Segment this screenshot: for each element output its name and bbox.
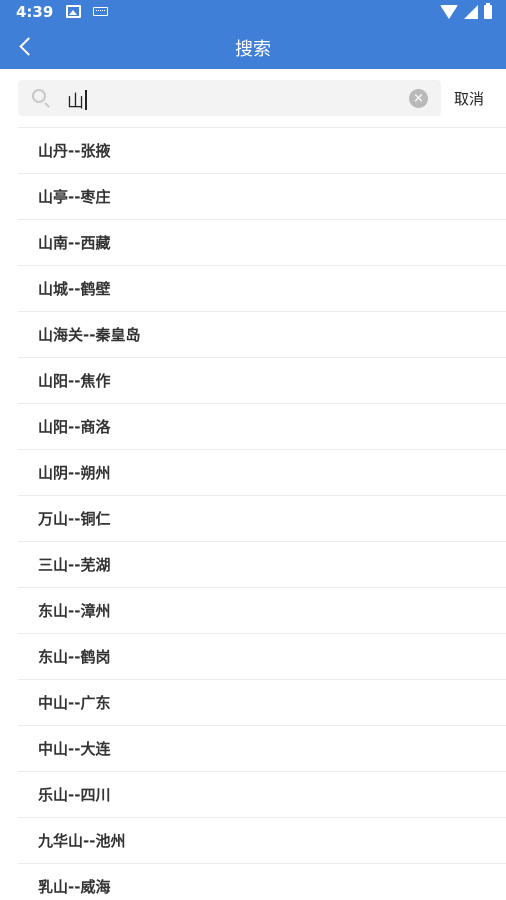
list-item[interactable]: 万山--铜仁 (18, 495, 506, 541)
search-row: 山 × 取消 (0, 69, 506, 127)
search-query: 山 (67, 92, 84, 112)
app-bar: 搜索 (0, 24, 506, 69)
keyboard-icon (93, 7, 108, 16)
list-item[interactable]: 中山--广东 (18, 679, 506, 725)
result-list: 山丹--张掖 山亭--枣庄 山南--西藏 山城--鹤壁 山海关--秦皇岛 山阳--焦作 山阳… (18, 127, 506, 900)
search-input-value[interactable]: 山 (67, 87, 87, 112)
list-item[interactable]: 三山--芜湖 (18, 541, 506, 587)
list-item[interactable]: 乳山--威海 (18, 863, 506, 900)
list-item[interactable]: 山南--西藏 (18, 219, 506, 265)
image-icon (66, 5, 81, 18)
signal-icon (464, 5, 478, 19)
search-icon (32, 89, 46, 103)
list-item[interactable]: 东山--鹤岗 (18, 633, 506, 679)
list-item[interactable]: 山阳--商洛 (18, 403, 506, 449)
wifi-icon (440, 5, 458, 19)
clear-icon[interactable]: × (409, 89, 428, 108)
list-item[interactable]: 山阴--朔州 (18, 449, 506, 495)
battery-icon (484, 3, 492, 19)
list-item[interactable]: 山阳--焦作 (18, 357, 506, 403)
status-icons (440, 3, 492, 20)
list-item[interactable]: 山丹--张掖 (18, 127, 506, 173)
list-item[interactable]: 东山--漳州 (18, 587, 506, 633)
status-bar: 4:39 (0, 0, 506, 24)
list-item[interactable]: 山亭--枣庄 (18, 173, 506, 219)
page-title: 搜索 (235, 39, 271, 60)
status-time: 4:39 (16, 3, 54, 21)
cancel-button[interactable]: 取消 (454, 88, 484, 109)
search-input[interactable]: 山 × (18, 80, 441, 116)
list-item[interactable]: 山海关--秦皇岛 (18, 311, 506, 357)
list-item[interactable]: 中山--大连 (18, 725, 506, 771)
text-caret (85, 89, 87, 110)
list-item[interactable]: 九华山--池州 (18, 817, 506, 863)
list-item[interactable]: 山城--鹤壁 (18, 265, 506, 311)
list-item[interactable]: 乐山--四川 (18, 771, 506, 817)
